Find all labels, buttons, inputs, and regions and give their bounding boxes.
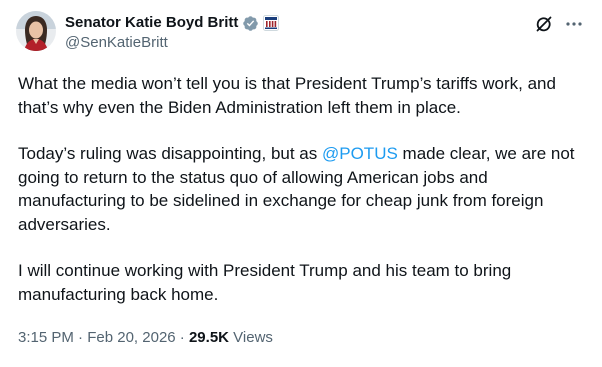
grok-icon[interactable]: [534, 14, 554, 34]
author-display-name[interactable]: Senator Katie Boyd Britt: [65, 13, 238, 33]
mention-link[interactable]: @POTUS: [322, 144, 398, 163]
views-label: Views: [229, 329, 273, 346]
meta-separator: ·: [73, 329, 88, 346]
tweet-paragraph: Today’s ruling was disappointing, but as…: [18, 142, 588, 236]
tweet-time[interactable]: 3:15 PM: [18, 329, 74, 346]
author-handle[interactable]: @SenKatieBritt: [65, 33, 279, 53]
tweet-meta: 3:15 PM · Feb 20, 2026 · 29.5K Views: [18, 328, 273, 348]
author-info: Senator Katie Boyd Britt @SenKatieBritt: [65, 13, 280, 53]
views-count[interactable]: 29.5K: [189, 329, 229, 346]
us-senate-affiliation-icon[interactable]: [263, 15, 280, 31]
avatar[interactable]: [16, 11, 56, 51]
tweet-text-segment: Today’s ruling was disappointing, but as: [18, 144, 322, 163]
tweet-date[interactable]: Feb 20, 2026: [87, 329, 175, 346]
more-dots-icon[interactable]: [564, 14, 584, 34]
verified-badge-icon[interactable]: [242, 15, 259, 32]
tweet-paragraph: What the media won’t tell you is that Pr…: [18, 74, 556, 117]
avatar-image: [16, 11, 56, 51]
meta-separator: ·: [175, 329, 189, 346]
tweet-text: What the media won’t tell you is that Pr…: [18, 72, 588, 329]
tweet-top-actions: [534, 14, 584, 34]
tweet-paragraph: I will continue working with President T…: [18, 261, 512, 304]
name-row: Senator Katie Boyd Britt: [65, 13, 280, 33]
tweet-card: Senator Katie Boyd Britt @SenKatieBritt …: [0, 0, 602, 367]
